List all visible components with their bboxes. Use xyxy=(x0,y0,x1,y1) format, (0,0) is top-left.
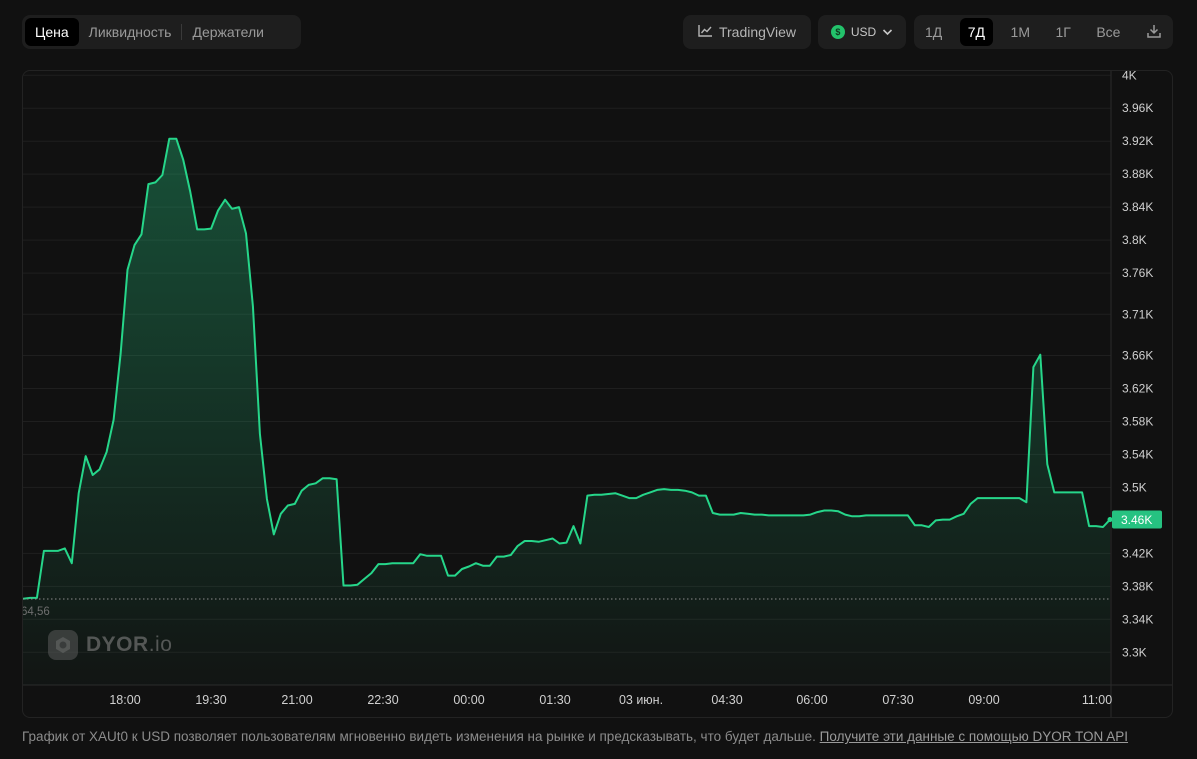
y-tick-label: 3.92K xyxy=(1122,134,1153,148)
x-tick-label: 06:00 xyxy=(796,693,827,707)
range-1d-button[interactable]: 1Д xyxy=(917,18,950,46)
chart-view-tabs: Цена Ликвидность Держатели xyxy=(22,15,301,49)
x-tick-label: 22:30 xyxy=(367,693,398,707)
y-tick-label: 3.84K xyxy=(1122,200,1153,214)
y-tick-label: 4K xyxy=(1122,71,1137,82)
line-chart-icon xyxy=(698,24,713,40)
y-tick-label: 3.58K xyxy=(1122,414,1153,428)
range-7d-button[interactable]: 7Д xyxy=(959,18,994,46)
chart-description: График от XAUt0 к USD позволяет пользова… xyxy=(22,729,1128,744)
dyor-watermark: DYOR.io xyxy=(48,630,172,660)
price-chart-svg: 4K 3.96K 3.92K 3.88K 3.84K 3.8K 3.76K 3.71K 3.66… xyxy=(23,71,1172,717)
tab-holders[interactable]: Держатели xyxy=(182,18,273,46)
tab-liquidity[interactable]: Ликвидность xyxy=(79,18,182,46)
tradingview-button[interactable]: TradingView xyxy=(683,15,811,49)
x-tick-label: 18:00 xyxy=(109,693,140,707)
y-tick-label: 3.88K xyxy=(1122,167,1153,181)
range-1m-button[interactable]: 1М xyxy=(1003,18,1038,46)
current-price-dot xyxy=(1107,517,1113,523)
price-area xyxy=(23,138,1110,685)
time-range-selector: 1Д 7Д 1М 1Г Все xyxy=(914,15,1173,49)
x-tick-label: 21:00 xyxy=(281,693,312,707)
y-tick-label: 3.42K xyxy=(1122,546,1153,560)
dyor-logo-text: DYOR.io xyxy=(86,633,173,656)
x-tick-label: 11:00 xyxy=(1082,693,1112,707)
x-tick-label: 03 июн. xyxy=(619,693,663,707)
range-1y-button[interactable]: 1Г xyxy=(1047,18,1078,46)
x-tick-label: 01:30 xyxy=(539,693,570,707)
x-tick-label: 09:00 xyxy=(968,693,999,707)
dyor-logo-icon xyxy=(48,630,78,660)
current-price-label: 3.46K xyxy=(1121,513,1152,527)
y-tick-label: 3.38K xyxy=(1122,579,1153,593)
y-tick-label: 3.66K xyxy=(1122,349,1153,363)
baseline-label: 64,56 xyxy=(23,606,50,618)
tab-price[interactable]: Цена xyxy=(25,18,79,46)
usd-coin-icon: $ xyxy=(830,25,845,39)
tradingview-label: TradingView xyxy=(718,24,797,40)
description-text: График от XAUt0 к USD позволяет пользова… xyxy=(22,729,816,744)
x-tick-label: 19:30 xyxy=(195,693,226,707)
y-tick-label: 3.8K xyxy=(1122,233,1147,247)
y-tick-label: 3.96K xyxy=(1122,101,1153,115)
x-tick-label: 04:30 xyxy=(711,693,742,707)
y-tick-label: 3.62K xyxy=(1122,381,1153,395)
x-tick-label: 07:30 xyxy=(882,693,913,707)
currency-select[interactable]: $ USD xyxy=(818,15,906,49)
y-tick-label: 3.34K xyxy=(1122,612,1153,626)
dyor-api-link[interactable]: Получите эти данные с помощью DYOR TON A… xyxy=(820,729,1128,744)
download-button[interactable] xyxy=(1138,18,1170,46)
y-tick-label: 3.76K xyxy=(1122,266,1153,280)
range-all-button[interactable]: Все xyxy=(1088,18,1128,46)
download-icon xyxy=(1146,23,1162,42)
price-chart[interactable]: 4K 3.96K 3.92K 3.88K 3.84K 3.8K 3.76K 3.71K 3.66… xyxy=(22,70,1173,718)
y-tick-label: 3.5K xyxy=(1122,480,1147,494)
currency-label: USD xyxy=(850,25,877,39)
x-tick-label: 00:00 xyxy=(453,693,484,707)
y-tick-label: 3.3K xyxy=(1122,645,1147,659)
y-tick-label: 3.71K xyxy=(1122,307,1153,321)
chevron-down-icon xyxy=(882,25,893,39)
y-tick-label: 3.54K xyxy=(1122,447,1153,461)
